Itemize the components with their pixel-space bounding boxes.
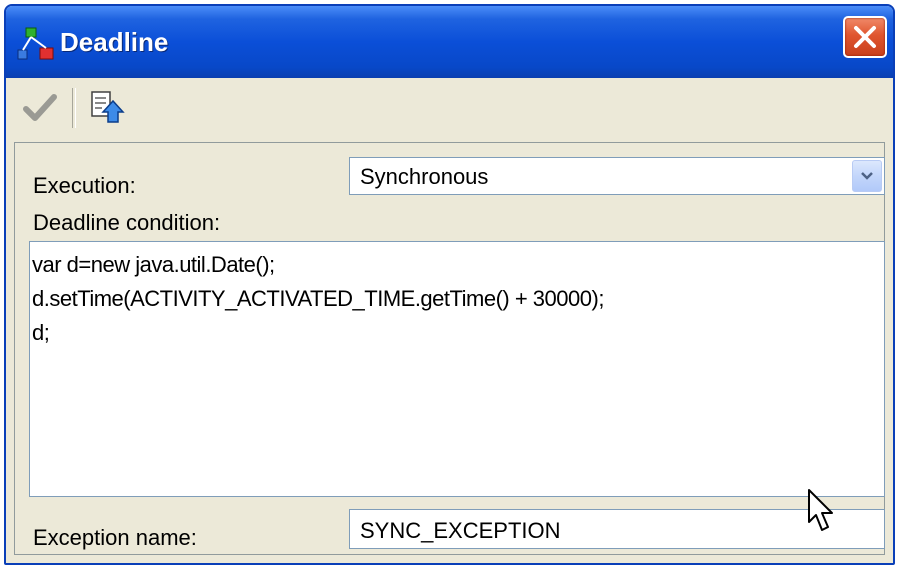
toolbar (6, 78, 893, 138)
exception-value: SYNC_EXCEPTION (360, 518, 561, 543)
mouse-cursor-icon (808, 489, 833, 531)
code-line: d; (32, 320, 50, 345)
close-button[interactable] (843, 16, 887, 58)
execution-select[interactable]: Synchronous (349, 157, 885, 195)
workflow-icon (17, 27, 54, 60)
code-line: d.setTime(ACTIVITY_ACTIVATED_TIME.getTim… (32, 286, 604, 311)
title-bar[interactable]: Deadline (6, 6, 893, 78)
code-line: var d=new java.util.Date(); (32, 252, 275, 277)
checkmark-icon[interactable] (22, 92, 58, 124)
window-title: Deadline (60, 27, 169, 57)
deadline-dialog: Deadline Execution: Synchronous Deadline… (4, 4, 895, 565)
close-icon (854, 26, 876, 48)
dropdown-button[interactable] (852, 160, 882, 192)
export-document-icon[interactable] (86, 88, 126, 128)
deadline-form: Execution: Synchronous Deadline conditio… (14, 142, 885, 555)
chevron-down-icon (861, 172, 873, 180)
exception-name-input[interactable]: SYNC_EXCEPTION (349, 509, 885, 549)
execution-label: Execution: (33, 173, 136, 198)
condition-label: Deadline condition: (33, 210, 221, 235)
toolbar-separator (72, 88, 76, 128)
exception-label: Exception name: (33, 525, 197, 550)
condition-textarea[interactable]: var d=new java.util.Date(); d.setTime(AC… (29, 241, 885, 497)
execution-value: Synchronous (360, 164, 489, 189)
